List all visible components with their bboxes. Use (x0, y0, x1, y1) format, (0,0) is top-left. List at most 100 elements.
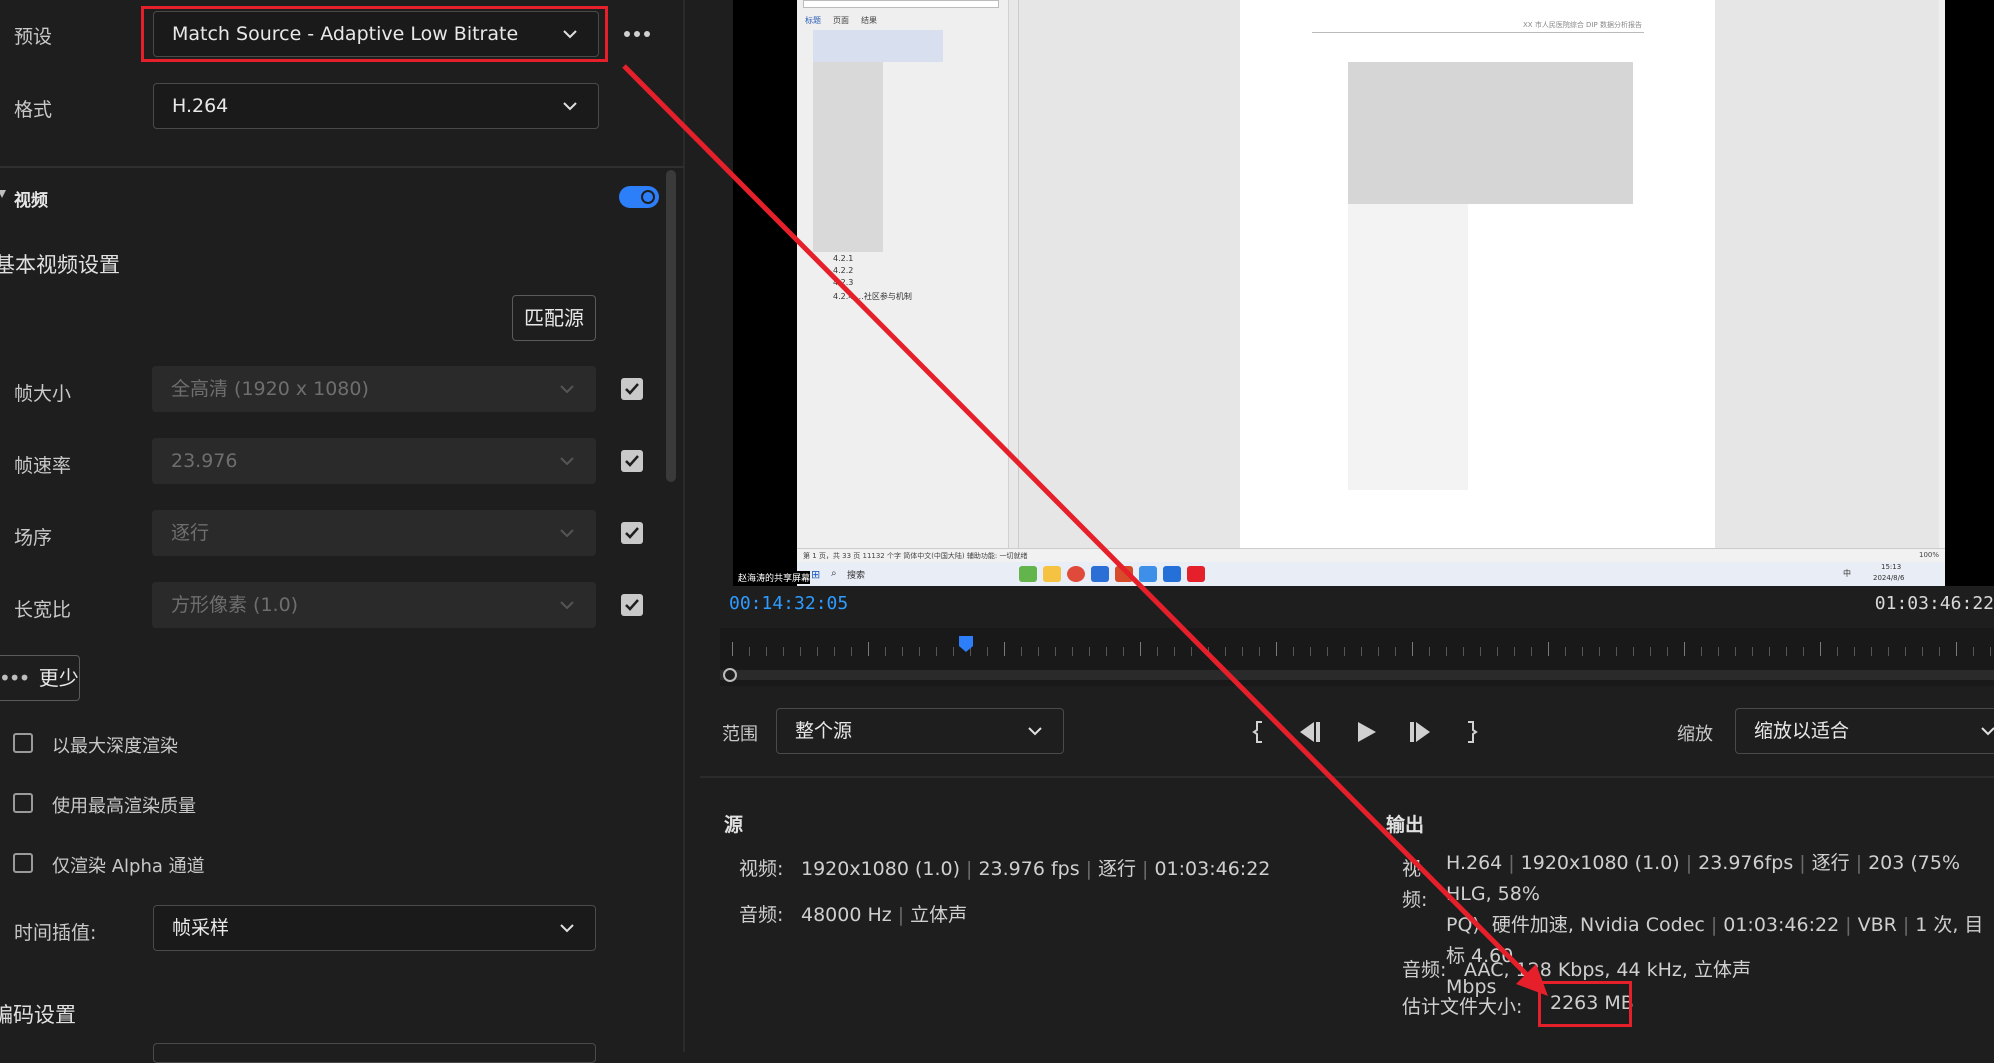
aspect-dropdown[interactable]: 方形像素 (1.0) (152, 582, 596, 628)
chevron-down-icon (1027, 709, 1045, 753)
doc-page: XX 市人民医院综合 DIP 数据分析报告 (1240, 0, 1715, 548)
aspect-match-checkbox[interactable] (621, 594, 643, 616)
set-out-point-icon[interactable] (1464, 720, 1478, 744)
timeline-tick (1259, 647, 1260, 656)
timeline-tick (1735, 647, 1736, 656)
zoom-dropdown[interactable]: 缩放以适合 (1735, 708, 1994, 754)
basic-video-settings-heading: 基本视频设置 (0, 253, 120, 277)
source-video-res: 1920x1080 (1.0) (801, 858, 961, 880)
timeline-tick (1480, 647, 1481, 656)
max-depth-checkbox[interactable] (13, 733, 33, 753)
frame-rate-dropdown[interactable]: 23.976 (152, 438, 596, 484)
chevron-down-icon (559, 367, 577, 411)
step-back-icon[interactable] (1296, 720, 1324, 744)
taskbar-app-icon (1067, 566, 1085, 582)
frame-rate-match-checkbox[interactable] (621, 450, 643, 472)
timeline-tick (1123, 647, 1124, 656)
field-order-match-checkbox[interactable] (621, 522, 643, 544)
range-label: 范围 (722, 724, 758, 745)
timeline-tick (885, 647, 886, 656)
more-options-icon[interactable] (622, 26, 654, 42)
timeline-tick (1990, 647, 1991, 656)
taskbar-app-icon (1043, 566, 1061, 582)
timeline-tick (1191, 647, 1192, 656)
timeline-tick (1429, 647, 1430, 656)
encoding-settings-heading: 编码设置 (0, 1003, 76, 1027)
frame-size-dropdown[interactable]: 全高清 (1920 x 1080) (152, 366, 596, 412)
chevron-down-icon (559, 439, 577, 483)
video-toggle[interactable] (619, 186, 659, 208)
section-divider (0, 166, 685, 168)
timeline-ruler (732, 642, 1994, 656)
taskbar-search-label: 搜索 (847, 571, 866, 581)
field-order-value: 逐行 (171, 522, 210, 544)
frame-rate-label: 帧速率 (14, 455, 72, 477)
chevron-down-icon (559, 583, 577, 627)
max-quality-label: 使用最高渲染质量 (52, 796, 196, 817)
set-in-point-icon[interactable] (1252, 720, 1266, 744)
timeline-tick (1276, 642, 1277, 656)
frame-size-match-checkbox[interactable] (621, 378, 643, 400)
doc-zoom-text: 100% (1918, 551, 1939, 559)
less-button[interactable]: ••• 更少 (0, 655, 80, 701)
source-video-label: 视频: (739, 858, 784, 880)
encoding-dropdown-partial[interactable] (153, 1043, 596, 1063)
frame-size-value: 全高清 (1920 x 1080) (171, 378, 369, 400)
doc-status-text: 第 1 页，共 33 页 11132 个字 简体中文(中国大陆) 辅助功能: 一… (803, 552, 1028, 560)
timeline-tick (1055, 647, 1056, 656)
alpha-only-checkbox[interactable] (13, 853, 33, 873)
chevron-down-icon (559, 511, 577, 555)
timeline-tick (1650, 647, 1651, 656)
timeline-tick (1089, 647, 1090, 656)
timeline-tick (1225, 647, 1226, 656)
source-heading: 源 (724, 814, 744, 836)
playhead-icon[interactable] (959, 636, 974, 652)
timeline-tick (902, 647, 903, 656)
source-audio-rate: 48000 Hz (801, 904, 892, 926)
timeline-track[interactable] (720, 628, 1994, 686)
more-dots-icon: ••• (0, 666, 30, 690)
timeline-tick (1769, 647, 1770, 656)
output-audio-value: AAC, 128 Kbps, 44 kHz, 立体声 (1464, 959, 1751, 981)
taskbar-app-icon (1139, 566, 1157, 582)
timeline-tick (1157, 647, 1158, 656)
timeline-tick (1956, 642, 1957, 656)
time-interpolation-dropdown[interactable]: 帧采样 (153, 905, 596, 951)
timeline-tick (1038, 647, 1039, 656)
taskbar-lang: 中 (1843, 569, 1851, 578)
collapse-arrow-icon[interactable] (0, 186, 8, 202)
chevron-down-icon (1980, 709, 1994, 753)
timeline-tick (1905, 647, 1906, 656)
output-heading: 输出 (1386, 814, 1425, 836)
source-audio-values: 48000 Hz | 立体声 (801, 904, 968, 926)
end-timecode: 01:03:46:22 (1874, 593, 1994, 614)
step-forward-icon[interactable] (1406, 720, 1434, 744)
range-value: 整个源 (795, 720, 853, 742)
in-point-handle[interactable] (723, 668, 737, 682)
taskbar-app-icon (1019, 566, 1037, 582)
timeline-tick (1871, 647, 1872, 656)
time-interpolation-value: 帧采样 (172, 917, 230, 939)
range-dropdown[interactable]: 整个源 (776, 708, 1064, 754)
doc-blurred-content (1348, 204, 1468, 490)
taskbar-app-icon (1115, 566, 1133, 582)
timeline-tick (1395, 647, 1396, 656)
timeline-tick (1718, 647, 1719, 656)
timeline-tick (1072, 647, 1073, 656)
export-settings-panel: 预设 Match Source - Adaptive Low Bitrate 格… (0, 0, 685, 1063)
preview-document-window: 标题 页面 结果 4.2.1 4.2.2 4.2.3 4.2.4 …社区参与机制… (797, 0, 1945, 586)
match-source-button[interactable]: 匹配源 (512, 295, 596, 341)
output-video-detail: PQ), 硬件加速, Nvidia Codec (1446, 914, 1705, 936)
settings-scrollbar[interactable] (666, 170, 676, 482)
timeline-tick (1004, 642, 1005, 656)
output-video-res: 1920x1080 (1.0) (1520, 852, 1680, 874)
play-icon[interactable] (1356, 720, 1378, 744)
doc-tab-pages: 页面 (833, 16, 849, 25)
format-dropdown[interactable]: H.264 (153, 83, 599, 129)
field-order-dropdown[interactable]: 逐行 (152, 510, 596, 556)
os-taskbar: ⊞ ⌕ 搜索 中 15:13 2024/8/6 (797, 562, 1945, 586)
timeline-tick (800, 647, 801, 656)
max-quality-checkbox[interactable] (13, 793, 33, 813)
timeline-tick (1582, 647, 1583, 656)
current-timecode[interactable]: 00:14:32:05 (729, 593, 848, 614)
